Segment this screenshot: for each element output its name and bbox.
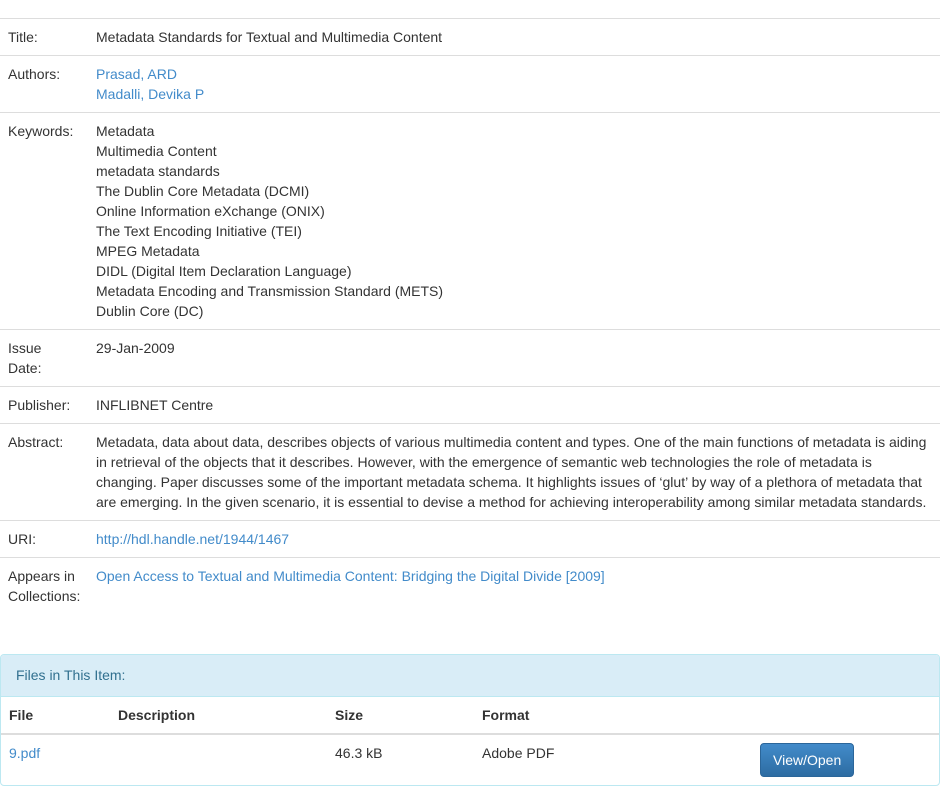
uri-value: http://hdl.handle.net/1944/1467	[88, 520, 940, 558]
collections-label-line: Collections:	[8, 588, 81, 604]
size-column-header: Size	[327, 697, 474, 735]
files-panel-heading: Files in This Item:	[1, 655, 939, 697]
keyword-item: Metadata Encoding and Transmission Stand…	[96, 283, 444, 299]
keyword-item: Metadata	[96, 123, 155, 139]
issue-date-label-line: Issue	[8, 340, 42, 356]
issue-date-label-line: Date:	[8, 360, 42, 376]
metadata-row-keywords: Keywords: Metadata Multimedia Content me…	[0, 112, 940, 330]
keywords-label: Keywords:	[0, 112, 88, 330]
collections-label-line: Appears in	[8, 568, 75, 584]
table-row: 9.pdf 46.3 kB Adobe PDF View/Open	[1, 734, 939, 785]
collections-value: Open Access to Textual and Multimedia Co…	[88, 557, 940, 614]
abstract-value: Metadata, data about data, describes obj…	[88, 423, 940, 521]
metadata-row-publisher: Publisher: INFLIBNET Centre	[0, 386, 940, 424]
view-open-button[interactable]: View/Open	[760, 743, 855, 777]
uri-link[interactable]: http://hdl.handle.net/1944/1467	[96, 531, 289, 547]
file-cell: 9.pdf	[1, 734, 110, 785]
keyword-item: Online Information eXchange (ONIX)	[96, 203, 325, 219]
authors-value: Prasad, ARD Madalli, Devika P	[88, 55, 940, 113]
metadata-row-authors: Authors: Prasad, ARD Madalli, Devika P	[0, 55, 940, 113]
files-panel: Files in This Item: File Description Siz…	[0, 654, 940, 786]
collections-label: Appears in Collections:	[0, 557, 88, 614]
title-value: Metadata Standards for Textual and Multi…	[88, 18, 940, 56]
file-link[interactable]: 9.pdf	[9, 745, 40, 761]
metadata-row-issue-date: Issue Date: 29-Jan-2009	[0, 329, 940, 387]
files-table-header: File Description Size Format	[1, 697, 939, 735]
publisher-value: INFLIBNET Centre	[88, 386, 940, 424]
publisher-label: Publisher:	[0, 386, 88, 424]
keyword-item: Multimedia Content	[96, 143, 217, 159]
abstract-label: Abstract:	[0, 423, 88, 521]
keywords-value: Metadata Multimedia Content metadata sta…	[88, 112, 940, 330]
format-column-header: Format	[474, 697, 755, 735]
collection-link[interactable]: Open Access to Textual and Multimedia Co…	[96, 568, 605, 584]
action-cell: View/Open	[755, 734, 939, 785]
keyword-item: metadata standards	[96, 163, 220, 179]
issue-date-value: 29-Jan-2009	[88, 329, 940, 387]
metadata-row-collections: Appears in Collections: Open Access to T…	[0, 557, 940, 614]
keyword-item: Dublin Core (DC)	[96, 303, 204, 319]
metadata-row-title: Title: Metadata Standards for Textual an…	[0, 18, 940, 56]
file-column-header: File	[1, 697, 110, 735]
files-table: File Description Size Format 9.pdf 46.3 …	[1, 697, 939, 785]
action-column-header	[755, 697, 939, 735]
issue-date-label: Issue Date:	[0, 329, 88, 387]
keyword-item: The Text Encoding Initiative (TEI)	[96, 223, 302, 239]
authors-label: Authors:	[0, 55, 88, 113]
metadata-row-abstract: Abstract: Metadata, data about data, des…	[0, 423, 940, 521]
title-label: Title:	[0, 18, 88, 56]
author-link[interactable]: Madalli, Devika P	[96, 84, 932, 104]
item-metadata-table: Title: Metadata Standards for Textual an…	[0, 18, 940, 614]
size-cell: 46.3 kB	[335, 745, 383, 761]
description-column-header: Description	[110, 697, 327, 735]
metadata-row-uri: URI: http://hdl.handle.net/1944/1467	[0, 520, 940, 558]
keyword-item: The Dublin Core Metadata (DCMI)	[96, 183, 310, 199]
uri-label: URI:	[0, 520, 88, 558]
author-link[interactable]: Prasad, ARD	[96, 64, 932, 84]
keyword-item: DIDL (Digital Item Declaration Language)	[96, 263, 352, 279]
keyword-item: MPEG Metadata	[96, 243, 200, 259]
description-cell	[110, 734, 327, 785]
format-cell: Adobe PDF	[482, 745, 555, 761]
